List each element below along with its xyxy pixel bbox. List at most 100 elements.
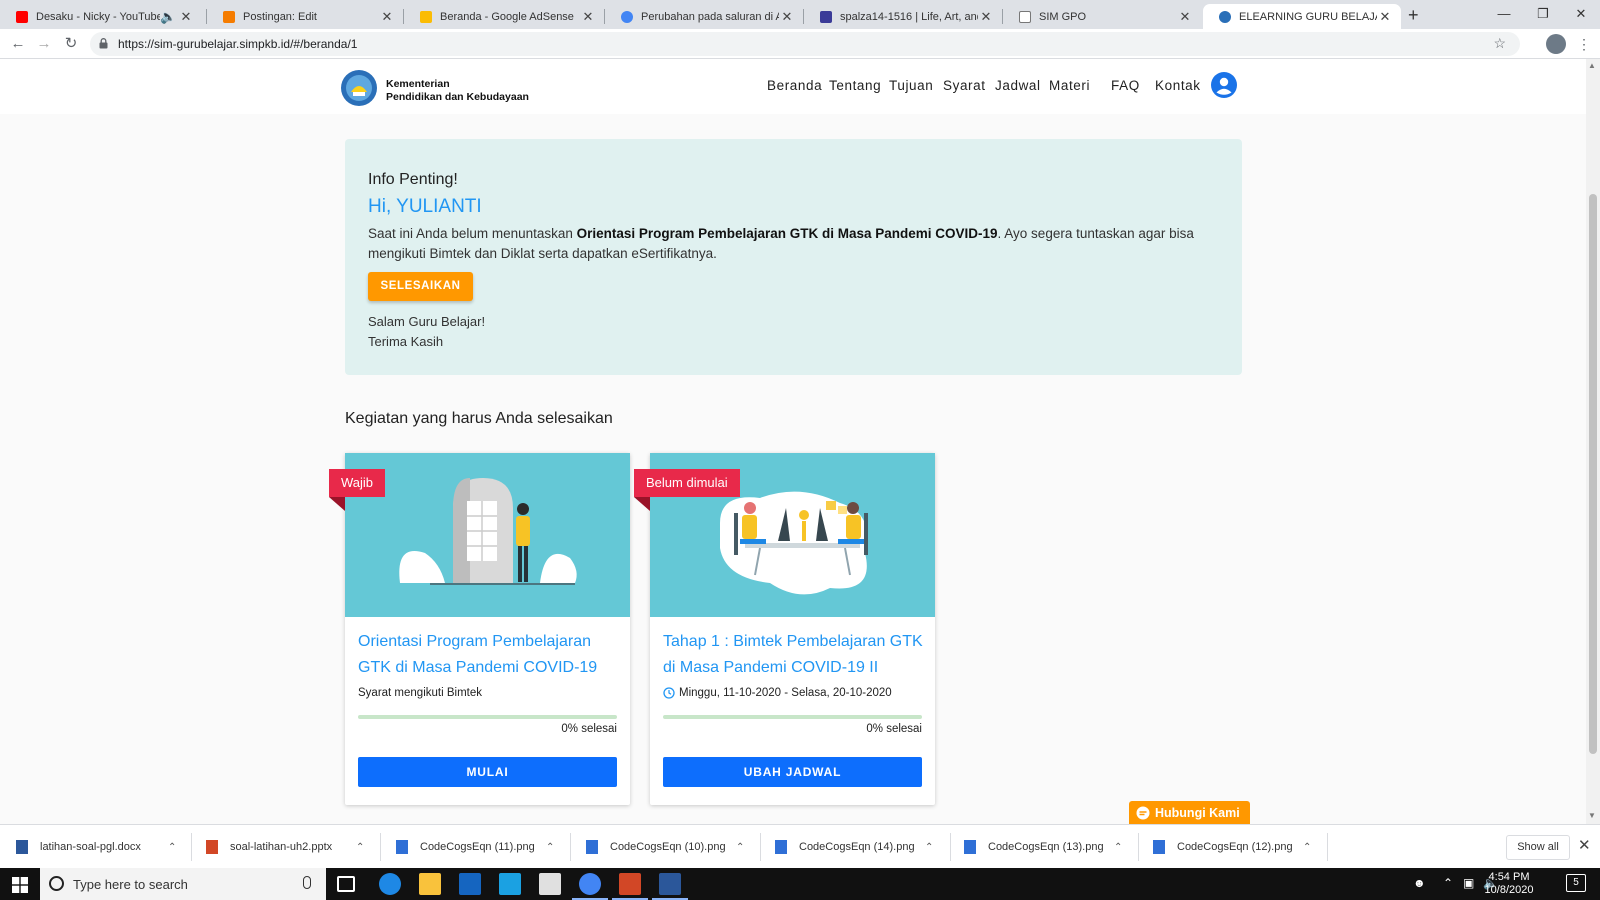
- nav-faq[interactable]: FAQ: [1111, 78, 1140, 93]
- ubah-jadwal-button[interactable]: UBAH JADWAL: [663, 757, 922, 787]
- adsense-icon: [420, 10, 432, 23]
- schedule-text: Minggu, 11-10-2020 - Selasa, 20-10-2020: [679, 687, 892, 699]
- card-title[interactable]: Orientasi Program Pembelajaran GTK di Ma…: [358, 629, 620, 681]
- new-tab-button[interactable]: +: [1408, 4, 1419, 26]
- tab-close-icon[interactable]: ✕: [379, 9, 395, 25]
- chevron-up-icon[interactable]: ⌃: [356, 842, 364, 853]
- chevron-up-icon[interactable]: ⌃: [1114, 842, 1122, 853]
- tab-title: Desaku - Nicky - YouTube: [36, 10, 160, 23]
- page-scrollbar[interactable]: ▲ ▼: [1586, 59, 1600, 824]
- selesaikan-button[interactable]: SELESAIKAN: [368, 272, 473, 301]
- show-all-button[interactable]: Show all: [1506, 835, 1570, 860]
- download-separator: [1327, 833, 1328, 861]
- info-message-program: Orientasi Program Pembelajaran GTK di Ma…: [576, 226, 998, 241]
- download-separator: [380, 833, 381, 861]
- card-title[interactable]: Tahap 1 : Bimtek Pembelajaran GTK di Mas…: [663, 629, 925, 681]
- nav-tujuan[interactable]: Tujuan: [889, 78, 933, 93]
- info-message: Saat ini Anda belum menuntaskan Orientas…: [368, 224, 1223, 264]
- chrome-menu-icon[interactable]: ⋮: [1576, 34, 1592, 54]
- mail-icon[interactable]: [539, 873, 561, 895]
- window-close-icon[interactable]: ✕: [1564, 0, 1598, 29]
- nav-materi[interactable]: Materi: [1049, 78, 1090, 93]
- download-separator: [1138, 833, 1139, 861]
- task-view-icon[interactable]: [337, 876, 355, 892]
- nav-syarat[interactable]: Syarat: [943, 78, 986, 93]
- app-l-icon[interactable]: [499, 873, 521, 895]
- chevron-up-icon[interactable]: ⌃: [168, 842, 176, 853]
- chrome-icon[interactable]: [579, 873, 601, 895]
- tab-close-icon[interactable]: ✕: [178, 9, 194, 25]
- kemdikbud-icon: [1219, 10, 1231, 23]
- address-bar[interactable]: https://sim-gurubelajar.simpkb.id/#/bera…: [90, 32, 1520, 56]
- file-explorer-icon[interactable]: [419, 873, 441, 895]
- tab-title: spalza14-1516 | Life, Art, and Ma: [840, 10, 978, 23]
- chat-icon: [1136, 806, 1150, 820]
- download-item[interactable]: soal-latihan-uh2.pptx ⌃: [206, 825, 376, 869]
- profile-avatar[interactable]: [1546, 34, 1566, 54]
- clock-icon: [663, 687, 675, 699]
- hubungi-kami-button[interactable]: Hubungi Kami: [1129, 801, 1250, 824]
- nav-jadwal[interactable]: Jadwal: [995, 78, 1041, 93]
- minimize-icon[interactable]: —: [1487, 0, 1521, 29]
- browser-tab-google[interactable]: Perubahan pada saluran di AdSe ✕: [605, 4, 803, 29]
- download-item[interactable]: latihan-soal-pgl.docx ⌃: [16, 825, 186, 869]
- word-icon[interactable]: [659, 873, 681, 895]
- hubungi-kami-label: Hubungi Kami: [1155, 806, 1240, 820]
- browser-tab-sim-gpo[interactable]: SIM GPO ✕: [1003, 4, 1201, 29]
- reload-icon[interactable]: ↻: [60, 33, 82, 55]
- scroll-down-icon[interactable]: ▼: [1588, 811, 1596, 820]
- download-separator: [950, 833, 951, 861]
- nav-kontak[interactable]: Kontak: [1155, 78, 1201, 93]
- taskbar-search-box[interactable]: Type here to search: [40, 868, 326, 900]
- tab-close-icon[interactable]: ✕: [978, 9, 994, 25]
- browser-tab-spalza[interactable]: spalza14-1516 | Life, Art, and Ma ✕: [804, 4, 1002, 29]
- nav-tentang[interactable]: Tentang: [829, 78, 881, 93]
- system-clock[interactable]: 4:54 PM 10/8/2020: [1477, 871, 1541, 897]
- nav-beranda[interactable]: Beranda: [767, 78, 822, 93]
- browser-tab-blogger[interactable]: Postingan: Edit ✕: [207, 4, 403, 29]
- network-icon[interactable]: ▣: [1463, 876, 1474, 890]
- browser-tab-elearning[interactable]: ELEARNING GURU BELAJAR ✕: [1203, 4, 1401, 29]
- tab-close-icon[interactable]: ✕: [1177, 9, 1193, 25]
- progress-label: 0% selesai: [866, 723, 922, 735]
- chevron-up-icon[interactable]: ⌃: [1303, 842, 1311, 853]
- download-item[interactable]: CodeCogsEqn (10).png ⌃: [586, 825, 756, 869]
- microsoft-store-icon[interactable]: [459, 873, 481, 895]
- logo-line-1: Kementerian: [386, 78, 450, 90]
- card-illustration[interactable]: [345, 453, 630, 617]
- mulai-button[interactable]: MULAI: [358, 757, 617, 787]
- browser-tab-adsense[interactable]: Beranda - Google AdSense ✕: [404, 4, 604, 29]
- ribbon-badge: Wajib: [329, 469, 386, 497]
- people-icon[interactable]: ☻: [1413, 876, 1426, 890]
- tab-close-icon[interactable]: ✕: [779, 9, 795, 25]
- chevron-up-icon[interactable]: ⌃: [925, 842, 933, 853]
- windows-start-icon[interactable]: [12, 877, 28, 893]
- chevron-up-icon[interactable]: ⌃: [736, 842, 744, 853]
- download-item[interactable]: CodeCogsEqn (14).png ⌃: [775, 825, 945, 869]
- edge-browser-icon[interactable]: [379, 873, 401, 895]
- download-item[interactable]: CodeCogsEqn (13).png ⌃: [964, 825, 1134, 869]
- kemdikbud-logo[interactable]: [341, 70, 377, 106]
- forward-arrow-icon[interactable]: →: [33, 33, 55, 55]
- document-icon: [1019, 10, 1031, 23]
- powerpoint-icon[interactable]: [619, 873, 641, 895]
- download-item[interactable]: CodeCogsEqn (11).png ⌃: [396, 825, 566, 869]
- chevron-up-icon[interactable]: ⌃: [546, 842, 554, 853]
- restore-icon[interactable]: ❐: [1526, 0, 1560, 29]
- tab-close-icon[interactable]: ✕: [580, 9, 596, 25]
- back-arrow-icon[interactable]: ←: [7, 33, 29, 55]
- tab-close-icon[interactable]: ✕: [1377, 9, 1393, 25]
- microphone-icon[interactable]: [303, 876, 311, 889]
- close-download-bar-icon[interactable]: ✕: [1578, 836, 1591, 854]
- scroll-up-icon[interactable]: ▲: [1588, 61, 1596, 70]
- speaker-icon[interactable]: 🔈: [160, 9, 176, 25]
- download-filename: CodeCogsEqn (13).png: [988, 841, 1104, 853]
- download-item[interactable]: CodeCogsEqn (12).png ⌃: [1153, 825, 1323, 869]
- scrollbar-thumb[interactable]: [1589, 194, 1597, 754]
- browser-tab-youtube[interactable]: Desaku - Nicky - YouTube 🔈 ✕: [0, 4, 202, 29]
- info-closing: Salam Guru Belajar! Terima Kasih: [368, 312, 485, 352]
- notification-center-icon[interactable]: 5: [1566, 874, 1586, 892]
- user-account-icon[interactable]: [1211, 72, 1237, 98]
- show-hidden-icons-icon[interactable]: ⌃: [1443, 876, 1453, 890]
- bookmark-star-icon[interactable]: ☆: [1493, 35, 1506, 52]
